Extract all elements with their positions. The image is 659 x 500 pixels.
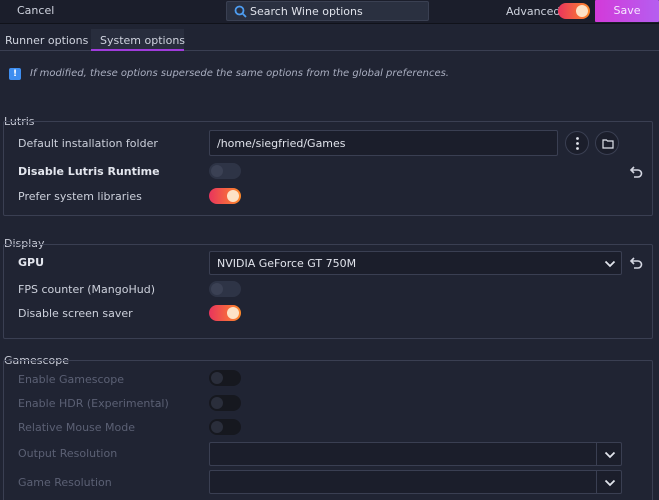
gpu-value: NVIDIA GeForce GT 750M [217,257,357,270]
game-resolution-select[interactable] [209,470,622,494]
chevron-down-icon [604,451,616,459]
output-resolution-select[interactable] [209,442,622,466]
prefer-system-libs-label: Prefer system libraries [18,190,142,203]
tab-active-indicator [91,49,184,51]
folder-options-button[interactable] [565,131,589,155]
save-button[interactable]: Save [595,0,659,22]
relative-mouse-toggle[interactable] [209,419,241,435]
search-input[interactable] [250,4,425,18]
enable-gamescope-toggle[interactable] [209,370,241,386]
reset-gpu-icon[interactable] [629,256,643,270]
enable-hdr-toggle[interactable] [209,395,241,411]
select-divider [596,443,597,465]
enable-hdr-label: Enable HDR (Experimental) [18,397,169,410]
override-notice: If modified, these options supersede the… [30,68,449,79]
prefer-system-libs-toggle[interactable] [209,188,241,204]
chevron-down-icon [604,479,616,487]
advanced-label: Advanced [506,5,561,18]
advanced-toggle[interactable] [558,3,590,19]
tab-runner-options[interactable]: Runner options [5,34,88,47]
disable-runtime-toggle[interactable] [209,163,241,179]
fps-counter-label: FPS counter (MangoHud) [18,283,155,296]
game-resolution-label: Game Resolution [18,476,112,489]
select-divider [596,471,597,493]
relative-mouse-label: Relative Mouse Mode [18,421,136,434]
browse-folder-button[interactable] [595,131,619,155]
folder-icon [602,139,614,149]
fps-counter-toggle[interactable] [209,281,241,297]
disable-runtime-label: Disable Lutris Runtime [18,165,160,178]
info-icon: ! [9,68,21,80]
gpu-select[interactable]: NVIDIA GeForce GT 750M [209,251,622,275]
reset-disable-runtime-icon[interactable] [629,165,643,179]
cancel-button[interactable]: Cancel [17,4,54,17]
output-resolution-label: Output Resolution [18,447,118,460]
tab-system-options[interactable]: System options [100,34,185,47]
search-icon [234,5,247,18]
disable-screensaver-toggle[interactable] [209,305,241,321]
default-folder-label: Default installation folder [18,137,158,150]
more-vertical-icon [576,137,579,150]
disable-screensaver-label: Disable screen saver [18,307,133,320]
enable-gamescope-label: Enable Gamescope [18,373,124,386]
search-box[interactable] [226,1,429,21]
default-folder-value: /home/siegfried/Games [217,137,346,150]
chevron-down-icon [604,260,616,268]
gpu-label: GPU [18,256,45,269]
default-folder-field[interactable]: /home/siegfried/Games [209,130,558,156]
